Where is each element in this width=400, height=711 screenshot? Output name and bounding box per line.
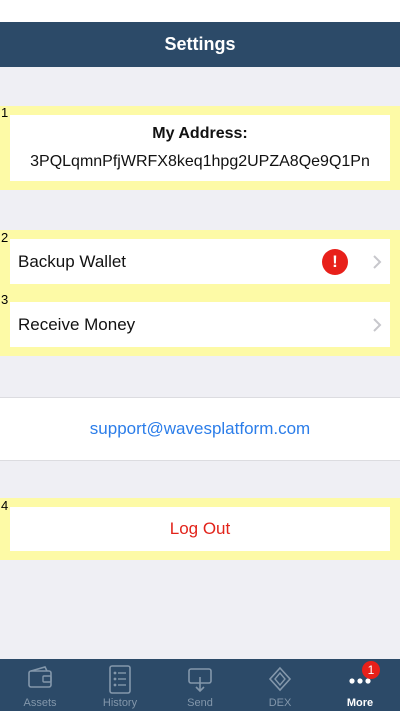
list-icon (109, 665, 131, 694)
tab-send-label: Send (187, 697, 213, 709)
marker-3: 3 (1, 292, 9, 307)
wallet-icon (28, 666, 52, 688)
alert-icon: ! (322, 248, 348, 275)
address-label: My Address: (152, 125, 248, 142)
status-bar (0, 0, 400, 22)
address-cell[interactable]: My Address: 3PQLqmnPfjWRFX8keq1hpg2UPZA8… (10, 115, 390, 181)
marker-1: 1 (1, 105, 9, 120)
chevron-right-icon (373, 254, 382, 269)
logout-label: Log Out (169, 519, 231, 538)
tab-dex[interactable]: DEX (240, 659, 320, 711)
receive-money-row[interactable]: Receive Money (10, 302, 390, 347)
nav-bar: Settings (0, 22, 400, 67)
dex-icon (268, 666, 292, 692)
receive-money-label: Receive Money (18, 314, 136, 334)
tab-more[interactable]: 1 More (320, 659, 400, 711)
notification-badge: 1 (362, 661, 380, 679)
page-title: Settings (164, 34, 236, 54)
tab-bar: Assets History Send DEX 1 More (0, 659, 400, 711)
chevron-right-icon (373, 317, 382, 332)
backup-wallet-row[interactable]: Backup Wallet ! (10, 239, 390, 284)
send-icon (188, 668, 212, 693)
tab-assets[interactable]: Assets (0, 659, 80, 711)
tab-history[interactable]: History (80, 659, 160, 711)
marker-2: 2 (1, 230, 9, 245)
support-email-link[interactable]: support@wavesplatform.com (90, 419, 310, 439)
logout-button[interactable]: Log Out (10, 507, 390, 551)
address-value[interactable]: 3PQLqmnPfjWRFX8keq1hpg2UPZA8Qe9Q1Pn (10, 153, 390, 171)
tab-assets-label: Assets (23, 697, 57, 709)
tab-history-label: History (102, 697, 138, 709)
backup-wallet-label: Backup Wallet (18, 251, 127, 271)
tab-more-label: More (346, 697, 374, 709)
support-email-cell[interactable]: support@wavesplatform.com (0, 397, 400, 461)
tab-send[interactable]: Send (160, 659, 240, 711)
marker-4: 4 (1, 498, 9, 513)
tab-dex-label: DEX (268, 697, 292, 709)
